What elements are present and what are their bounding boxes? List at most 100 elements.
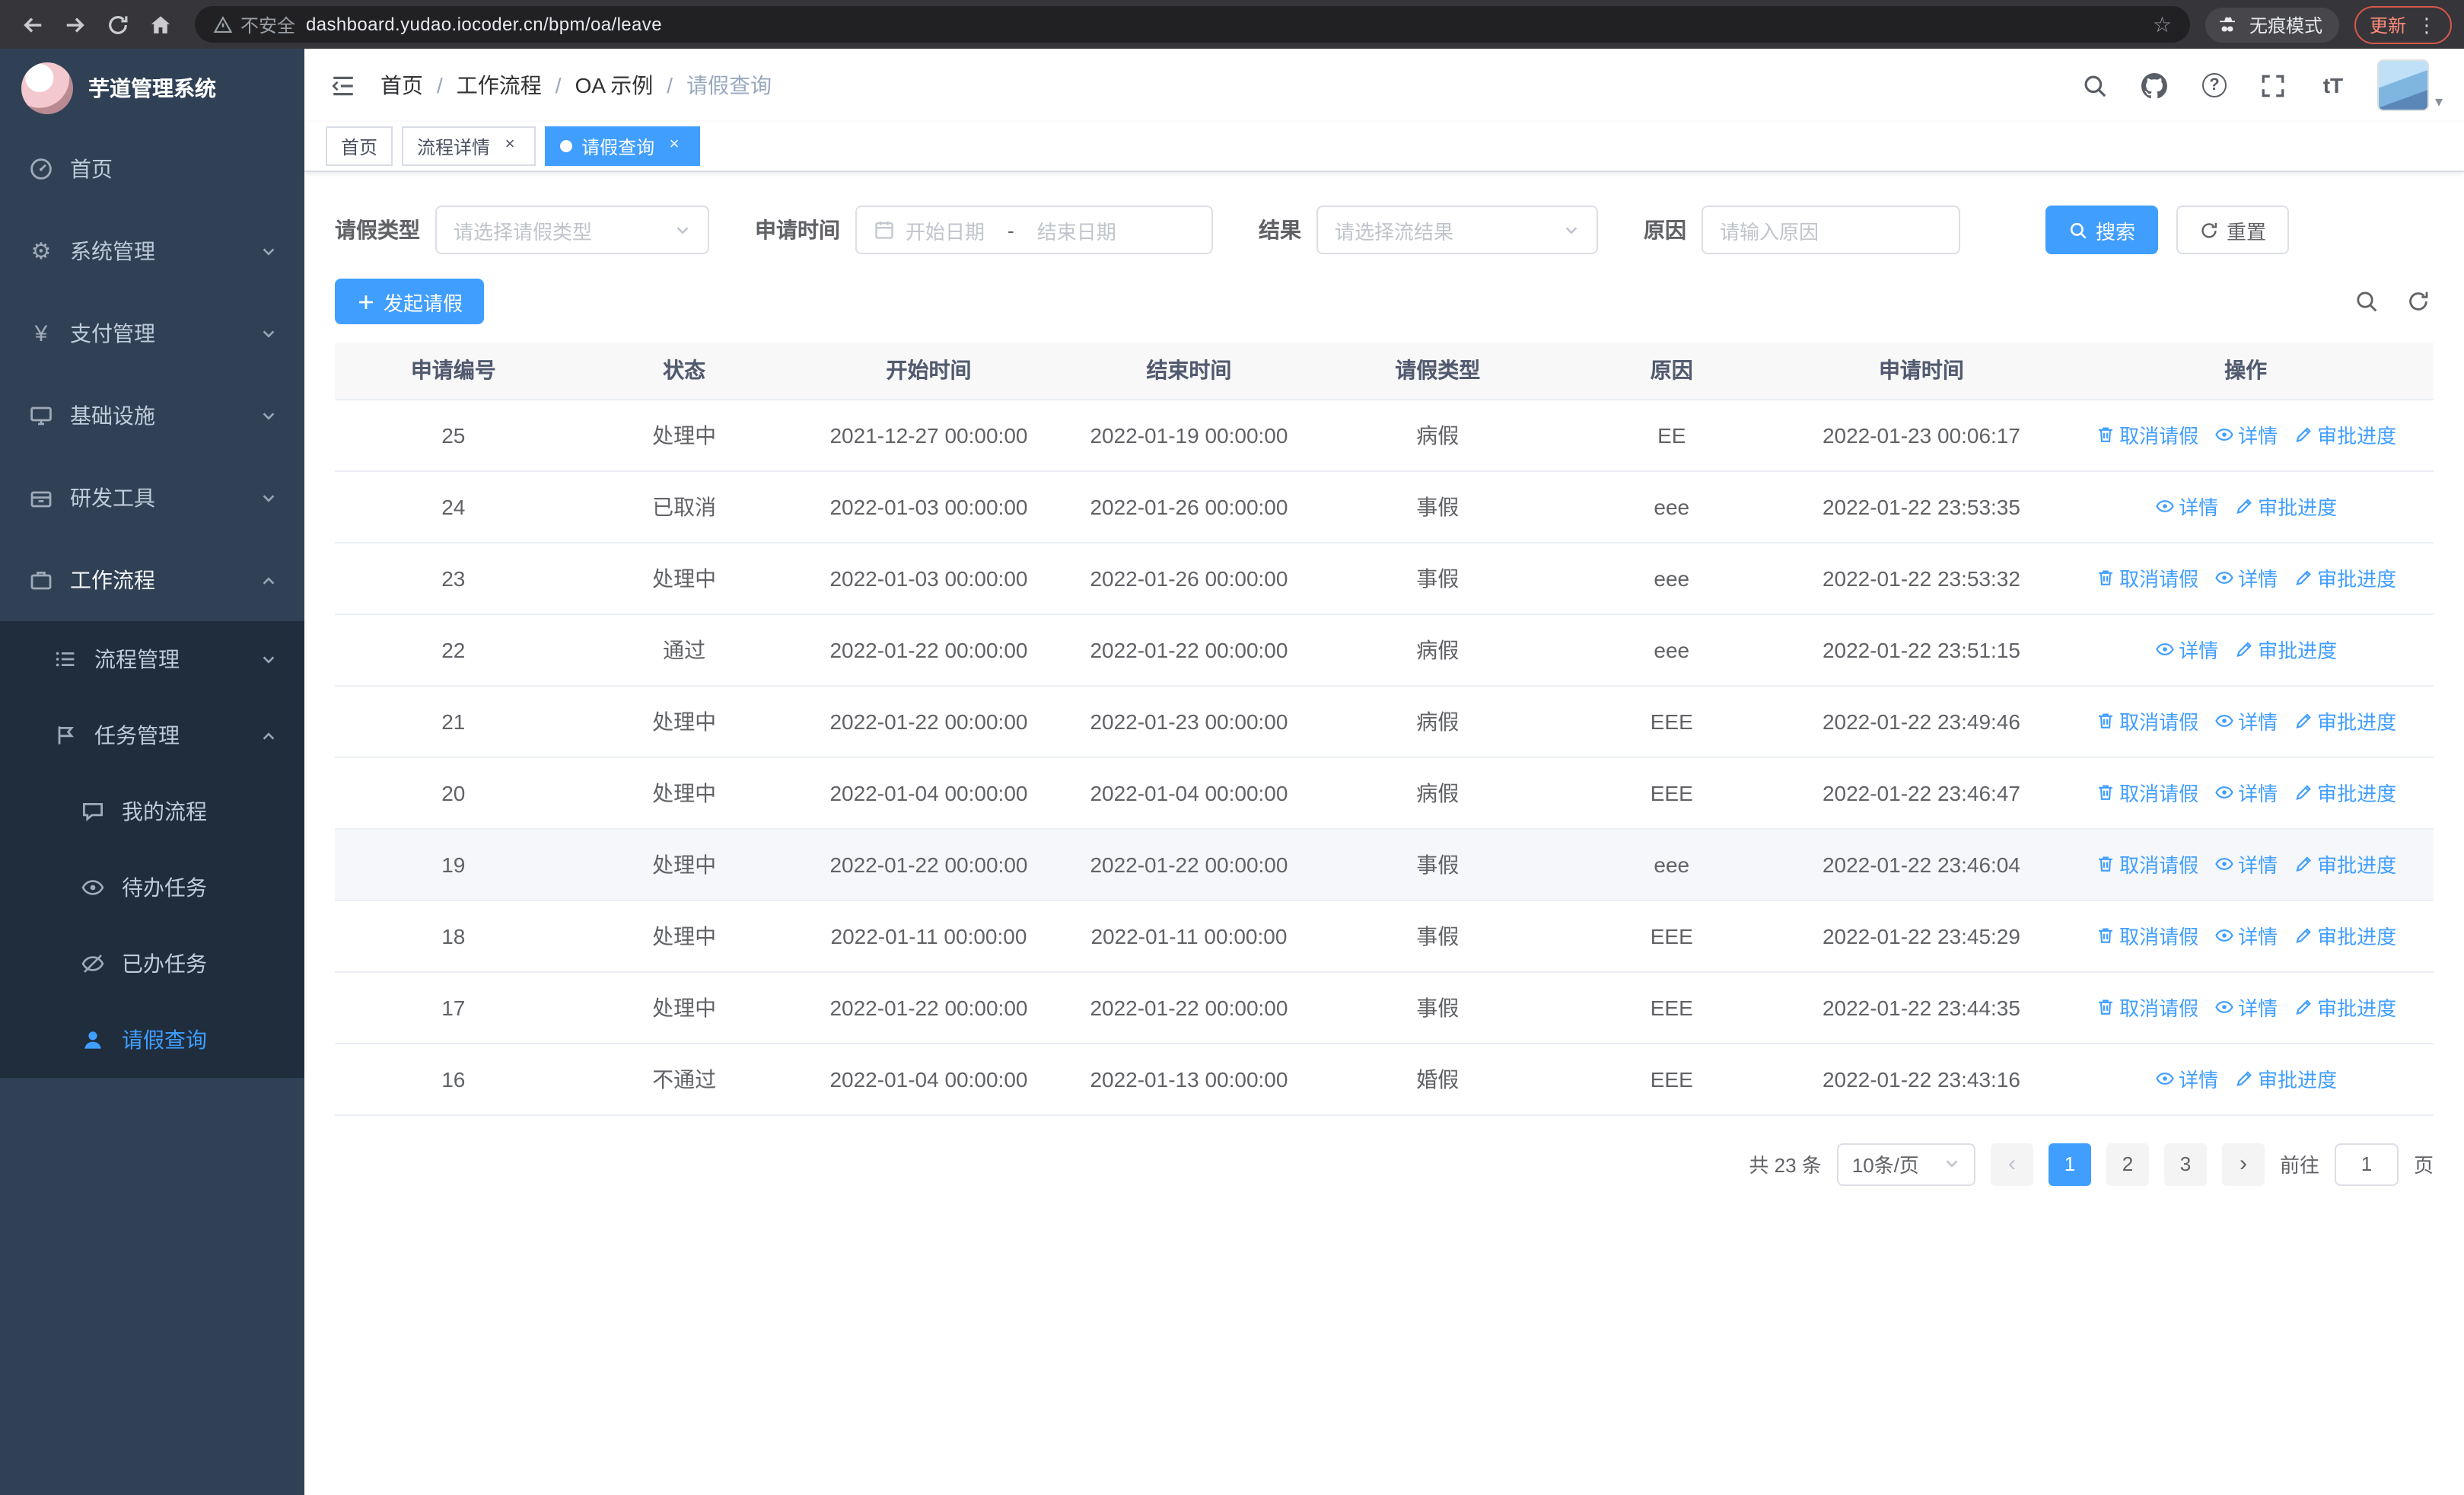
sidebar-item-devtools[interactable]: 研发工具 [0, 457, 304, 539]
sidebar-item-home[interactable]: 首页 [0, 128, 304, 210]
progress-action-link[interactable]: 审批进度 [2233, 635, 2337, 664]
page-size-select[interactable]: 10条/页 [1836, 1143, 1975, 1185]
eye-icon [79, 874, 107, 901]
leave-type-select[interactable]: 请选择请假类型 [435, 206, 709, 254]
sidebar-item-label: 支付管理 [70, 321, 155, 346]
app-logo[interactable]: 芋道管理系统 [0, 49, 304, 128]
sidebar-item-todo-tasks[interactable]: 待办任务 [0, 850, 304, 926]
apply-time-range-picker[interactable]: 开始日期 - 结束日期 [855, 206, 1213, 254]
search-button[interactable]: 搜索 [2045, 206, 2159, 254]
security-warning[interactable]: 不安全 [213, 11, 295, 37]
breadcrumb-item[interactable]: OA 示例 [575, 70, 654, 100]
bookmark-star-icon[interactable]: ☆ [2153, 11, 2172, 37]
eye-off-icon [79, 950, 107, 977]
refresh-icon[interactable] [2403, 286, 2434, 317]
sidebar-item-label: 已办任务 [122, 952, 207, 976]
cell-start: 2022-01-22 00:00:00 [796, 685, 1062, 757]
detail-action-link[interactable]: 详情 [2214, 778, 2278, 807]
cell-start: 2022-01-04 00:00:00 [796, 1043, 1062, 1115]
cancel-action-link[interactable]: 取消请假 [2095, 921, 2198, 950]
cancel-action-link[interactable]: 取消请假 [2095, 420, 2198, 449]
font-size-icon[interactable]: tT [2318, 70, 2348, 100]
page-button-3[interactable]: 3 [2163, 1143, 2207, 1185]
progress-action-link[interactable]: 审批进度 [2293, 420, 2396, 449]
cell-applied: 2022-01-22 23:43:16 [1784, 1043, 2058, 1115]
detail-action-link[interactable]: 详情 [2214, 850, 2278, 878]
github-icon[interactable] [2140, 70, 2170, 100]
back-icon[interactable] [12, 6, 52, 43]
reason-input[interactable]: 请输入原因 [1702, 206, 1960, 254]
home-nav-icon[interactable] [140, 6, 180, 43]
url-text: dashboard.yudao.iocoder.cn/bpm/oa/leave [306, 14, 662, 35]
progress-action-link[interactable]: 审批进度 [2293, 850, 2396, 878]
sidebar-item-infrastructure[interactable]: 基础设施 [0, 375, 304, 457]
tab-leave-query[interactable]: 请假查询 × [545, 126, 701, 166]
cancel-action-link[interactable]: 取消请假 [2095, 850, 2198, 878]
cell-id: 24 [335, 470, 572, 543]
forward-icon[interactable] [55, 6, 94, 43]
result-select[interactable]: 请选择流结果 [1316, 206, 1598, 254]
page: 不安全 dashboard.yudao.iocoder.cn/bpm/oa/le… [0, 0, 2464, 1495]
search-icon[interactable] [2080, 70, 2111, 100]
detail-action-link[interactable]: 详情 [2214, 921, 2278, 950]
tab-process-detail[interactable]: 流程详情 × [402, 126, 536, 166]
progress-action-link[interactable]: 审批进度 [2233, 1064, 2337, 1093]
sidebar-item-payment[interactable]: ¥ 支付管理 [0, 292, 304, 375]
detail-action-link[interactable]: 详情 [2214, 993, 2278, 1022]
cancel-action-link[interactable]: 取消请假 [2095, 563, 2198, 592]
progress-action-link[interactable]: 审批进度 [2293, 921, 2396, 950]
prev-page-button[interactable]: ‹ [1990, 1143, 2033, 1185]
detail-action-link[interactable]: 详情 [2154, 1064, 2218, 1093]
chevron-down-icon: ▾ [2434, 94, 2443, 111]
close-icon[interactable]: × [499, 135, 520, 157]
browser-chrome: 不安全 dashboard.yudao.iocoder.cn/bpm/oa/le… [0, 0, 2464, 49]
breadcrumb-item[interactable]: 首页 [380, 70, 423, 100]
search-toggle-icon[interactable] [2351, 286, 2382, 317]
cell-start: 2022-01-22 00:00:00 [796, 828, 1062, 901]
create-leave-button[interactable]: 发起请假 [335, 279, 485, 324]
sidebar-item-my-process[interactable]: 我的流程 [0, 773, 304, 850]
reset-button[interactable]: 重置 [2176, 206, 2290, 254]
sidebar-item-workflow[interactable]: 工作流程 [0, 539, 304, 621]
search-icon [2070, 222, 2087, 238]
user-menu[interactable]: ▾ [2376, 59, 2443, 111]
column-header-status: 状态 [571, 343, 797, 400]
cancel-action-link[interactable]: 取消请假 [2095, 993, 2198, 1022]
browser-update-button[interactable]: 更新 ⋮ [2354, 5, 2452, 43]
cancel-action-link[interactable]: 取消请假 [2095, 778, 2198, 807]
sidebar-item-task-mgmt[interactable]: 任务管理 [0, 697, 304, 773]
tab-home[interactable]: 首页 [326, 126, 393, 166]
fullscreen-icon[interactable] [2259, 70, 2289, 100]
cell-end: 2022-01-23 00:00:00 [1061, 685, 1317, 757]
sidebar-item-leave-query[interactable]: 请假查询 [0, 1002, 304, 1078]
page-button-2[interactable]: 2 [2106, 1143, 2149, 1185]
progress-action-link[interactable]: 审批进度 [2233, 492, 2337, 521]
progress-action-link[interactable]: 审批进度 [2293, 993, 2396, 1022]
detail-action-link[interactable]: 详情 [2214, 420, 2278, 449]
detail-action-link[interactable]: 详情 [2154, 492, 2218, 521]
breadcrumb-item[interactable]: 工作流程 [457, 70, 542, 100]
sidebar-item-process-mgmt[interactable]: 流程管理 [0, 621, 304, 697]
detail-action-link[interactable]: 详情 [2214, 563, 2278, 592]
progress-action-link[interactable]: 审批进度 [2293, 778, 2396, 807]
progress-action-link[interactable]: 审批进度 [2293, 563, 2396, 592]
progress-action-link[interactable]: 审批进度 [2293, 706, 2396, 735]
chat-icon [79, 798, 107, 825]
close-icon[interactable]: × [664, 135, 685, 157]
detail-action-link[interactable]: 详情 [2214, 706, 2278, 735]
detail-action-link[interactable]: 详情 [2154, 635, 2218, 664]
goto-page-input[interactable] [2334, 1143, 2399, 1185]
collapse-sidebar-icon[interactable] [326, 69, 359, 102]
page-button-1[interactable]: 1 [2048, 1143, 2091, 1185]
sidebar-item-system[interactable]: ⚙ 系统管理 [0, 210, 304, 292]
help-icon[interactable]: ? [2199, 70, 2230, 100]
cell-applied: 2022-01-22 23:44:35 [1784, 971, 2058, 1044]
url-bar[interactable]: 不安全 dashboard.yudao.iocoder.cn/bpm/oa/le… [195, 6, 2190, 43]
next-page-button[interactable]: › [2221, 1143, 2265, 1185]
sidebar-item-done-tasks[interactable]: 已办任务 [0, 926, 304, 1002]
reload-icon[interactable] [97, 6, 137, 43]
cancel-action-label: 取消请假 [2119, 783, 2199, 805]
cancel-action-link[interactable]: 取消请假 [2095, 706, 2198, 735]
sidebar-item-label: 工作流程 [70, 568, 155, 592]
browser-menu-icon[interactable]: ⋮ [2417, 14, 2437, 34]
